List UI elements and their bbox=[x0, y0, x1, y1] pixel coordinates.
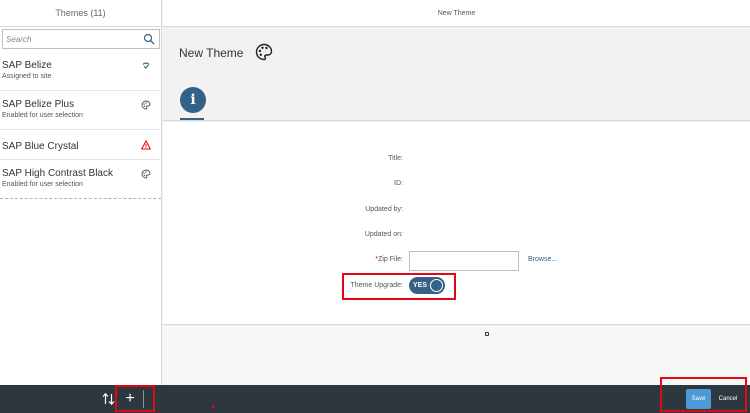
browse-link[interactable]: Browse... bbox=[528, 256, 557, 263]
detail-blank-area bbox=[163, 326, 750, 385]
master-list-pane: Themes (11) SAP Belize Assigned to site … bbox=[0, 0, 162, 385]
theme-form: Title: ID: Updated by: Updated on: *Zip … bbox=[163, 122, 750, 325]
list-item-sap-belize-plus[interactable]: SAP Belize Plus Enabled for user selecti… bbox=[0, 91, 161, 130]
search-input[interactable] bbox=[3, 34, 139, 44]
save-button[interactable]: Save bbox=[686, 389, 711, 409]
list-item-sap-blue-crystal[interactable]: SAP Blue Crystal bbox=[0, 130, 161, 160]
updated-on-label: Updated on: bbox=[364, 231, 403, 238]
sort-icon[interactable] bbox=[102, 392, 115, 406]
theme-list: SAP Belize Assigned to site SAP Belize P… bbox=[0, 52, 161, 199]
footer-divider bbox=[143, 390, 144, 408]
list-item-subtitle: Assigned to site bbox=[2, 73, 52, 80]
id-label: ID: bbox=[394, 180, 403, 187]
list-item-title: SAP Belize Plus bbox=[2, 99, 75, 110]
tab-selected-indicator bbox=[180, 118, 204, 120]
cancel-button[interactable]: Cancel bbox=[714, 389, 742, 409]
updated-by-label: Updated by: bbox=[365, 206, 403, 213]
cursor-indicator bbox=[485, 332, 489, 336]
list-item-subtitle: Enabled for user selection bbox=[2, 181, 83, 188]
toggle-knob bbox=[430, 279, 443, 292]
title-label: Title: bbox=[388, 155, 403, 162]
list-item-sap-belize[interactable]: SAP Belize Assigned to site bbox=[0, 52, 161, 91]
palette-small-icon bbox=[141, 169, 151, 179]
object-header: New Theme i bbox=[163, 28, 750, 121]
footer-toolbar: + Save Cancel bbox=[0, 385, 750, 413]
zip-file-label-text: Zip File: bbox=[378, 256, 403, 263]
annotation-dot bbox=[212, 405, 215, 408]
theme-upgrade-toggle[interactable]: YES bbox=[409, 277, 445, 294]
list-item-title: SAP Blue Crystal bbox=[2, 141, 79, 152]
toggle-state-text: YES bbox=[413, 282, 428, 289]
zip-file-input[interactable] bbox=[409, 251, 519, 271]
warning-icon bbox=[141, 140, 151, 150]
list-item-sap-high-contrast-black[interactable]: SAP High Contrast Black Enabled for user… bbox=[0, 160, 161, 199]
page-title: New Theme bbox=[179, 46, 244, 60]
palette-icon bbox=[255, 43, 273, 61]
list-item-title: SAP Belize bbox=[2, 60, 52, 71]
list-item-title: SAP High Contrast Black bbox=[2, 168, 113, 179]
theme-upgrade-label: Theme Upgrade: bbox=[350, 282, 403, 289]
zip-file-label: *Zip File: bbox=[375, 256, 403, 263]
list-item-subtitle: Enabled for user selection bbox=[2, 112, 83, 119]
master-list-title: Themes (11) bbox=[0, 0, 161, 27]
search-icon[interactable] bbox=[143, 33, 155, 45]
add-theme-button[interactable]: + bbox=[124, 391, 136, 407]
check-circle-icon bbox=[142, 62, 150, 69]
tab-info[interactable]: i bbox=[180, 87, 206, 113]
palette-small-icon bbox=[141, 100, 151, 110]
detail-header-title: New Theme bbox=[163, 0, 750, 27]
search-field[interactable] bbox=[2, 29, 160, 49]
info-icon: i bbox=[190, 92, 196, 108]
